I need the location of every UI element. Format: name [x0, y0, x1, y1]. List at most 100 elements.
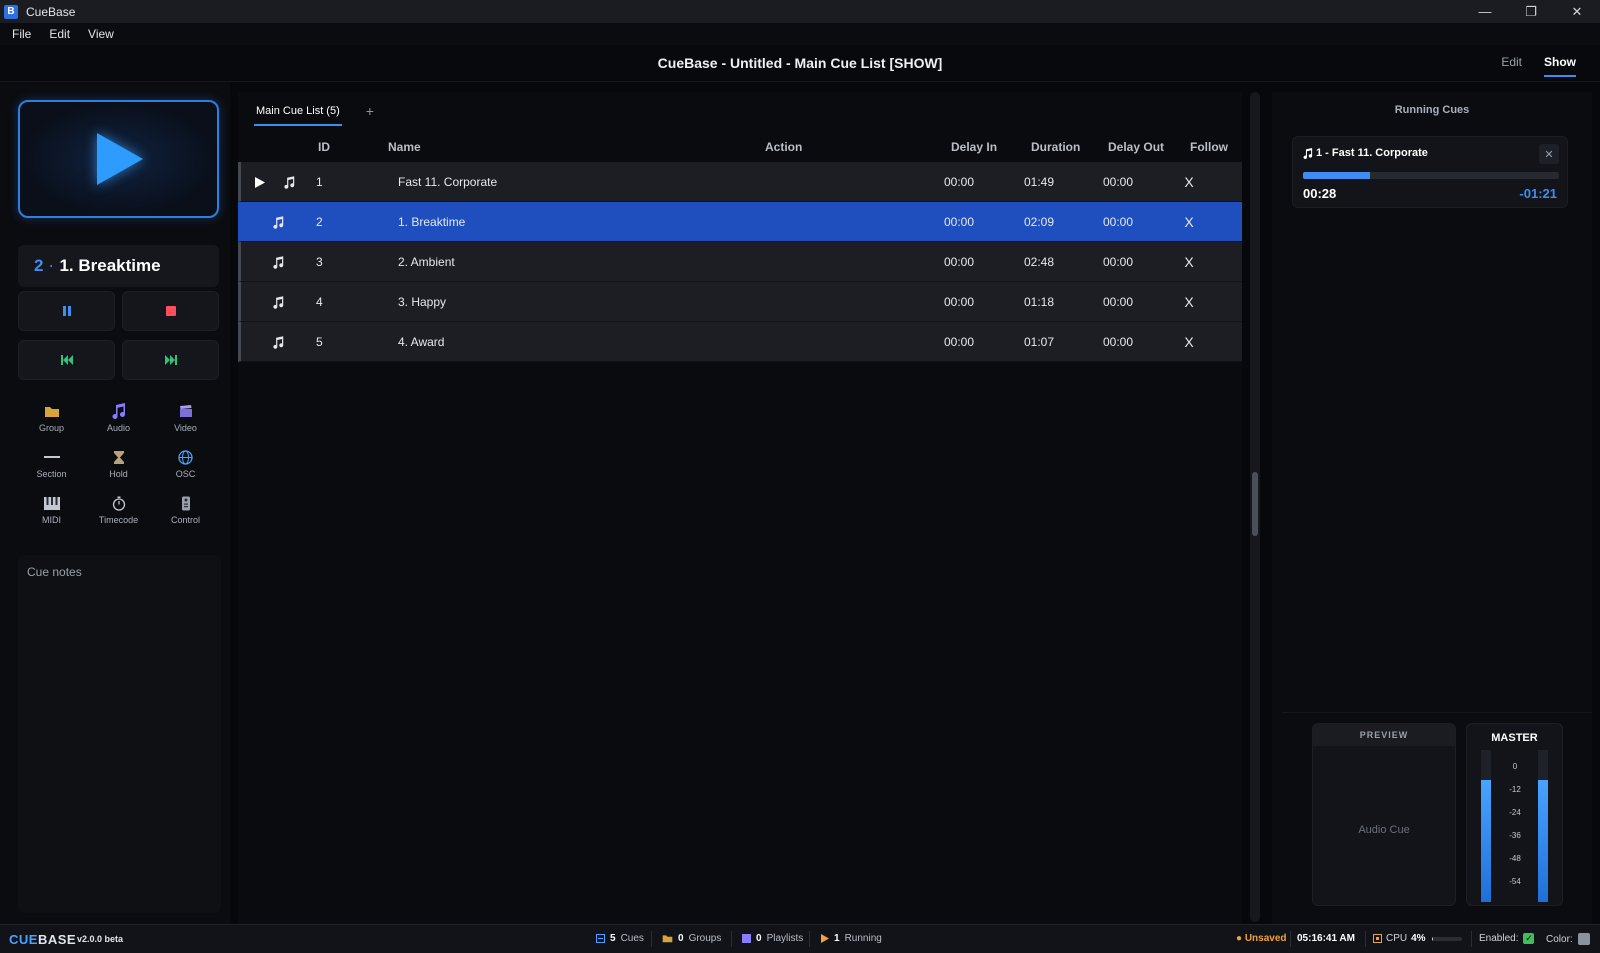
meter-fill-left: [1481, 780, 1491, 902]
add-osc-cue[interactable]: OSC: [152, 443, 219, 479]
scale-tick: -48: [1509, 854, 1521, 863]
cue-follow[interactable]: X: [1174, 322, 1204, 362]
meter-fill-right: [1538, 780, 1548, 902]
clock: 05:16:41 AM: [1297, 933, 1355, 944]
cuebase-app: B CueBase — ❐ ✕ File Edit View CueBase -…: [0, 0, 1600, 953]
running-cue-card[interactable]: 1 - Fast 11. Corporate ✕ 00:28 -01:21: [1292, 136, 1568, 208]
cue-list-scrollbar[interactable]: [1250, 92, 1260, 922]
table-row[interactable]: 4 3. Happy 00:00 01:18 00:00 X: [238, 282, 1242, 322]
window-controls: — ❐ ✕: [1462, 0, 1600, 23]
add-midi-cue[interactable]: MIDI: [18, 489, 85, 525]
menu-view[interactable]: View: [88, 27, 114, 41]
menu-edit[interactable]: Edit: [49, 27, 70, 41]
cue-follow[interactable]: X: [1174, 242, 1204, 282]
minimize-button[interactable]: —: [1462, 0, 1508, 23]
column-header-duration[interactable]: Duration: [1031, 140, 1080, 154]
playing-indicator: [253, 162, 267, 202]
table-row[interactable]: 2 1. Breaktime 00:00 02:09 00:00 X: [238, 202, 1242, 242]
previous-cue-button[interactable]: [18, 340, 115, 380]
next-cue-button[interactable]: [122, 340, 219, 380]
add-section-cue[interactable]: Section: [18, 443, 85, 479]
table-row[interactable]: 3 2. Ambient 00:00 02:48 00:00 X: [238, 242, 1242, 282]
add-audio-cue[interactable]: Audio: [85, 397, 152, 433]
add-group-cue[interactable]: Group: [18, 397, 85, 433]
cue-duration: 01:07: [1023, 335, 1055, 349]
version-label: v2.0.0 beta: [77, 934, 124, 944]
play-icon: [821, 934, 829, 943]
add-video-cue[interactable]: Video: [152, 397, 219, 433]
pause-button[interactable]: [18, 291, 115, 331]
cues-label: Cues: [620, 933, 644, 944]
preview-panel: PREVIEW Audio Cue: [1312, 723, 1456, 906]
cpu-fill: [1431, 936, 1434, 941]
column-header-name[interactable]: Name: [388, 140, 421, 154]
stop-running-cue-button[interactable]: ✕: [1539, 144, 1559, 164]
cue-type-label: Control: [170, 515, 200, 525]
add-hold-cue[interactable]: Hold: [85, 443, 152, 479]
status-separator: [1365, 931, 1366, 947]
cue-name: 3. Happy: [398, 295, 447, 309]
color-picker[interactable]: Color:: [1546, 933, 1590, 945]
running-count: 1: [834, 933, 840, 944]
table-row[interactable]: 5 4. Award 00:00 01:07 00:00 X: [238, 322, 1242, 362]
cpu-meter: CPU 4%: [1373, 933, 1462, 944]
piano-keys-icon: [43, 496, 60, 510]
cpu-icon: [1373, 934, 1382, 943]
cue-type-label: Video: [174, 423, 197, 433]
cue-notes-label: Cue notes: [27, 565, 82, 579]
tab-edit-mode[interactable]: Edit: [1501, 55, 1522, 77]
list-icon: [596, 934, 605, 943]
column-header-action[interactable]: Action: [765, 140, 802, 154]
current-cue-name: 1. Breaktime: [59, 256, 161, 275]
cue-follow[interactable]: X: [1174, 162, 1204, 202]
close-button[interactable]: ✕: [1554, 0, 1600, 23]
cues-count: 5: [610, 933, 616, 944]
preview-label: PREVIEW: [1313, 724, 1455, 746]
cpu-bar: [1431, 936, 1462, 941]
mode-tabs: Edit Show: [1479, 55, 1576, 77]
page-title: CueBase - Untitled - Main Cue List [SHOW…: [657, 55, 943, 71]
color-label: Color:: [1546, 933, 1573, 945]
stop-button[interactable]: [122, 291, 219, 331]
cue-notes-field[interactable]: Cue notes: [18, 555, 221, 913]
master-meter-right: [1538, 750, 1548, 902]
groups-count-stat: 0 Groups: [662, 933, 721, 944]
menu-file[interactable]: File: [12, 27, 31, 41]
restore-button[interactable]: ❐: [1508, 0, 1554, 23]
cue-delay-out: 00:00: [1102, 295, 1134, 309]
enabled-toggle[interactable]: Enabled: ✓: [1479, 933, 1535, 944]
scrollbar-thumb[interactable]: [1252, 472, 1258, 536]
check-icon[interactable]: ✓: [1523, 933, 1535, 944]
add-control-cue[interactable]: Control: [152, 489, 219, 525]
tab-show-mode[interactable]: Show: [1544, 55, 1576, 77]
scale-tick: -54: [1509, 877, 1521, 886]
add-timecode-cue[interactable]: Timecode: [85, 489, 152, 525]
column-header-delay-in[interactable]: Delay In: [951, 140, 997, 154]
play-icon: [96, 133, 143, 185]
cue-list-tabs: Main Cue List (5) +: [254, 92, 374, 126]
table-row[interactable]: 1 Fast 11. Corporate 00:00 01:49 00:00 X: [238, 162, 1242, 202]
current-cue-id: 2: [34, 256, 44, 275]
status-bar: CUEBASE v2.0.0 beta 5 Cues 0 Groups 0 Pl…: [0, 924, 1600, 953]
add-cue-list-button[interactable]: +: [366, 103, 374, 126]
cue-follow[interactable]: X: [1174, 202, 1204, 242]
folder-icon: [44, 406, 59, 417]
master-meter-left: [1481, 750, 1491, 902]
tab-main-cue-list[interactable]: Main Cue List (5): [254, 105, 342, 126]
music-note-icon: [272, 215, 283, 229]
cue-type-label: Audio: [106, 423, 131, 433]
go-button[interactable]: [18, 100, 219, 218]
cue-follow[interactable]: X: [1174, 282, 1204, 322]
progress-fill: [1303, 172, 1370, 179]
column-header-follow[interactable]: Follow: [1190, 140, 1228, 154]
cue-delay-out: 00:00: [1102, 255, 1134, 269]
scale-tick: -12: [1509, 785, 1521, 794]
cue-name: 4. Award: [398, 335, 445, 349]
running-label: Running: [844, 933, 882, 944]
column-header-delay-out[interactable]: Delay Out: [1108, 140, 1164, 154]
stopwatch-icon: [112, 496, 125, 511]
column-header-id[interactable]: ID: [318, 140, 330, 154]
cues-count-stat: 5 Cues: [596, 933, 644, 944]
music-note-icon: [283, 175, 294, 189]
color-swatch[interactable]: [1577, 933, 1590, 945]
